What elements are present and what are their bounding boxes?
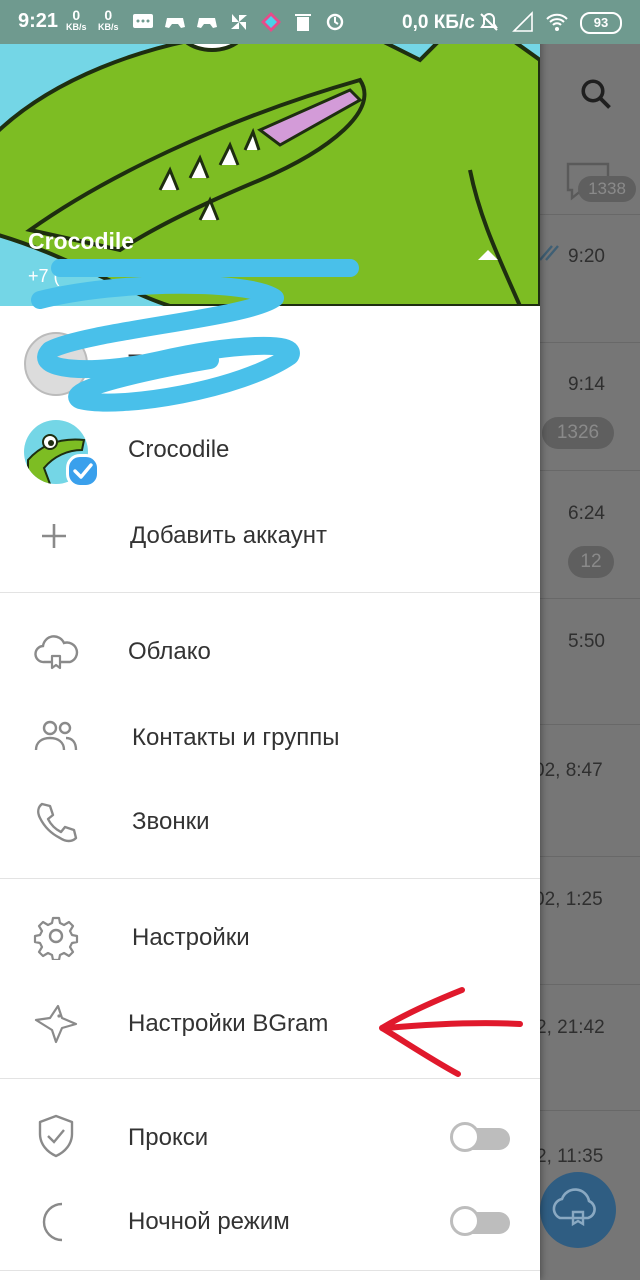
night-mode-toggle[interactable] — [450, 1206, 510, 1236]
phone-icon — [37, 802, 78, 843]
battery-icon: 93 — [580, 12, 622, 34]
chat-time: 6:24 — [568, 503, 605, 524]
menu-label: Ночной режим — [128, 1208, 290, 1235]
unread-badge: 1326 — [542, 417, 614, 449]
status-bar: 9:21 0 KB/s 0 KB/s 0,0 КБ/с 93 — [0, 0, 640, 44]
trash-icon — [295, 14, 311, 31]
people-icon — [34, 720, 78, 751]
chat-list: 1338 9:20 9:14 1326 6:24 12 5:50 02, 8:4… — [540, 44, 640, 1280]
app-icon — [261, 12, 281, 32]
unread-badge: 12 — [568, 546, 614, 578]
shield-icon — [38, 1114, 74, 1158]
check-icon — [66, 454, 100, 488]
annotation-arrow — [379, 987, 523, 1077]
gear-icon — [33, 916, 79, 960]
censor-scribble — [31, 259, 359, 412]
signal-icon — [512, 11, 533, 32]
cloud-icon — [34, 635, 79, 670]
plus-icon — [42, 524, 66, 548]
chat-time: 2, 21:42 — [540, 1017, 605, 1038]
menu-item-night-mode[interactable]: Ночной режим — [0, 1180, 540, 1264]
menu-label: Облако — [128, 638, 211, 665]
pinwheel-icon — [231, 14, 247, 30]
add-account-label: Добавить аккаунт — [130, 522, 327, 549]
chat-time: 02, 1:25 — [540, 889, 603, 910]
menu-item-proxy[interactable]: Прокси — [0, 1094, 540, 1178]
moon-icon — [42, 1202, 63, 1242]
menu-label: Контакты и группы — [132, 724, 340, 751]
chat-time: 02, 8:47 — [540, 760, 603, 781]
triangle-up-icon[interactable] — [476, 248, 500, 262]
proxy-badge: 1338 — [578, 176, 636, 202]
network-speed: 0,0 КБ/с — [402, 12, 475, 33]
menu-label: Прокси — [128, 1124, 209, 1151]
navigation-drawer: Crocodile +7 ( Тарас Crocodile Добавить … — [0, 0, 540, 1280]
menu-label: Настройки BGram — [128, 1010, 329, 1037]
cloud-fab[interactable] — [540, 1160, 616, 1254]
chat-time: 9:14 — [568, 374, 605, 395]
menu-item-contacts[interactable]: Контакты и группы — [0, 694, 540, 778]
status-time: 9:21 — [18, 10, 59, 32]
bird-icon — [34, 1004, 78, 1044]
account-label: Crocodile — [128, 436, 230, 463]
gamepad-icon — [165, 18, 185, 28]
menu-label: Звонки — [132, 808, 210, 835]
chat-time: 9:20 — [568, 246, 605, 267]
chat-time: 5:50 — [568, 631, 605, 652]
message-icon — [133, 14, 153, 28]
net-speed-2: 0 KB/s — [98, 7, 119, 32]
wifi-icon — [546, 13, 568, 31]
menu-item-calls[interactable]: Звонки — [0, 780, 540, 864]
mute-icon — [480, 12, 498, 31]
menu-item-cloud[interactable]: Облако — [0, 608, 540, 692]
net-speed-1: 0 KB/s — [66, 7, 87, 32]
proxy-toggle[interactable] — [450, 1122, 510, 1152]
account-item-crocodile[interactable]: Crocodile — [0, 408, 540, 492]
double-check-icon — [540, 245, 559, 261]
menu-label: Настройки — [132, 924, 250, 951]
add-account-button[interactable]: Добавить аккаунт — [0, 494, 540, 578]
refresh-icon — [326, 13, 344, 31]
gamepad-icon — [197, 18, 217, 28]
search-icon[interactable] — [578, 76, 614, 112]
menu-item-settings[interactable]: Настройки — [0, 894, 540, 978]
